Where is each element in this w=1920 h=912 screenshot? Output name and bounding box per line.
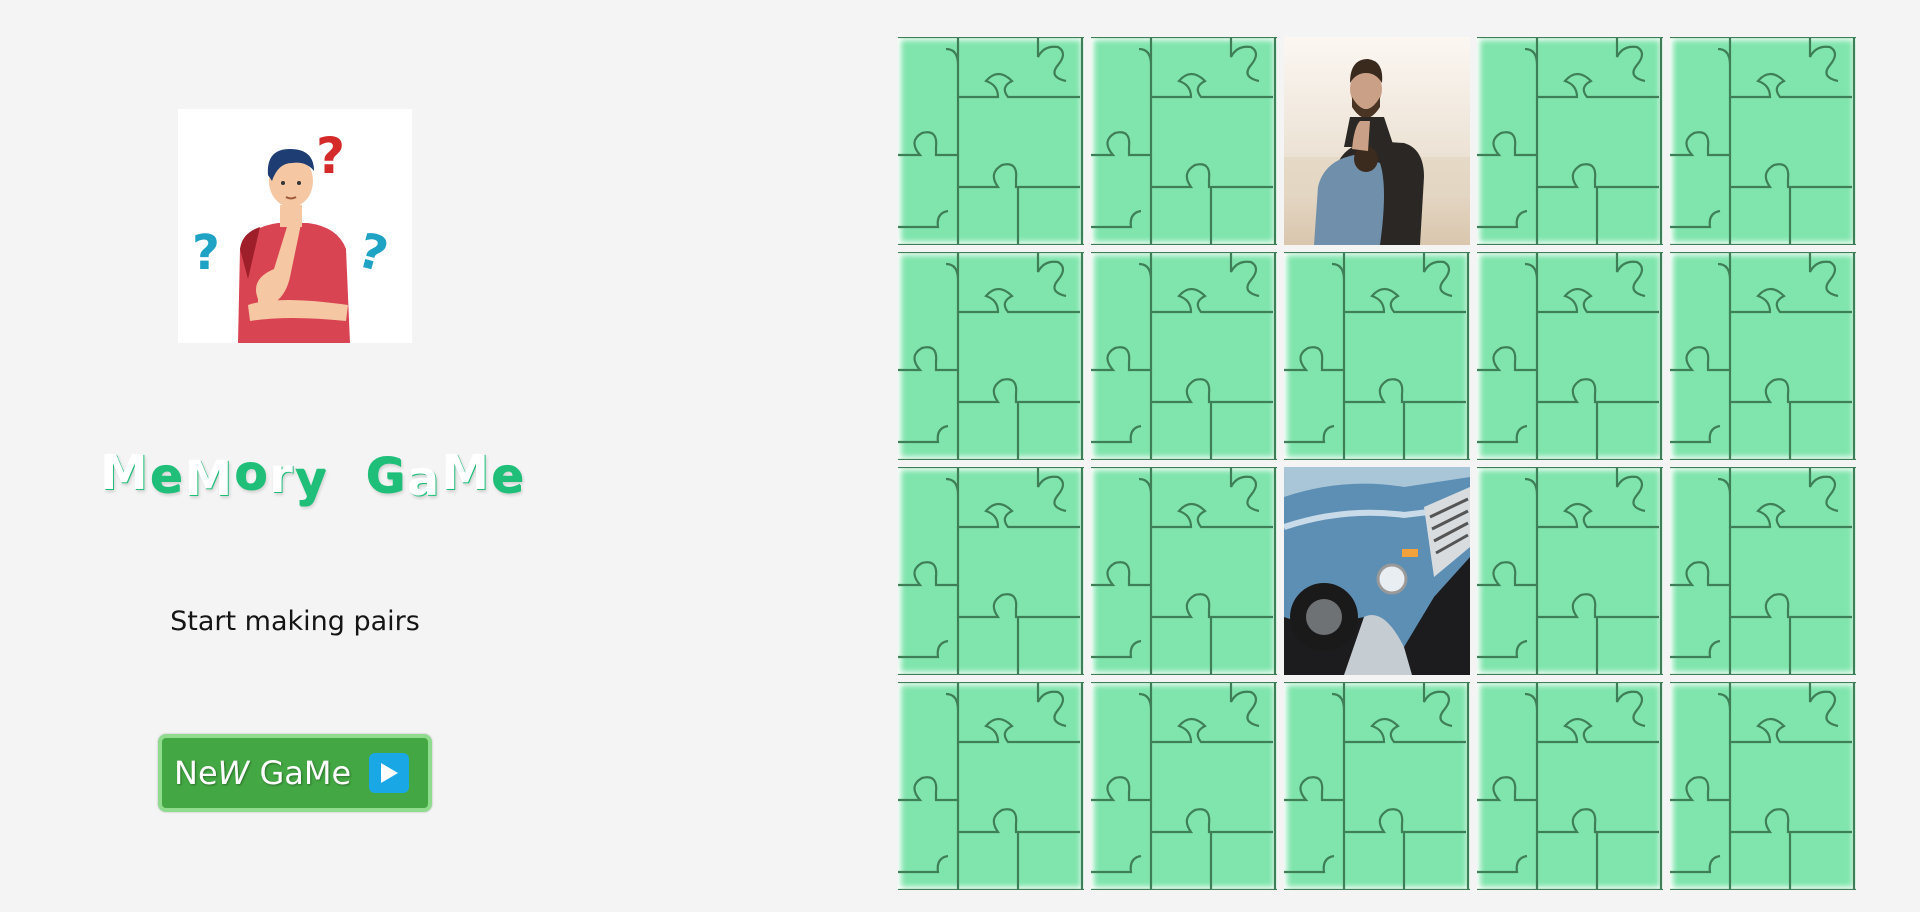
card-hidden[interactable]: [1091, 467, 1277, 675]
card-hidden[interactable]: [898, 467, 1084, 675]
title-letter: e: [149, 448, 185, 504]
svg-text:?: ?: [316, 127, 345, 185]
card-hidden[interactable]: [1284, 252, 1470, 460]
card-revealed-couple[interactable]: [1284, 37, 1470, 245]
card-hidden[interactable]: [1091, 37, 1277, 245]
card-hidden[interactable]: [898, 252, 1084, 460]
title-letter: o: [234, 445, 270, 501]
card-hidden[interactable]: [1477, 252, 1663, 460]
card-revealed-truck[interactable]: [1284, 467, 1470, 675]
svg-text:?: ?: [192, 225, 220, 281]
title-letter: M: [100, 445, 150, 501]
card-hidden[interactable]: [1477, 37, 1663, 245]
play-icon: [369, 753, 410, 793]
new-game-label: NeW GaMe: [174, 754, 352, 792]
title-letter: e: [491, 448, 526, 504]
card-board: [898, 37, 1856, 890]
svg-text:?: ?: [352, 222, 393, 283]
card-hidden[interactable]: [1670, 252, 1856, 460]
card-hidden[interactable]: [1477, 682, 1663, 890]
card-hidden[interactable]: [1477, 467, 1663, 675]
card-hidden[interactable]: [1091, 682, 1277, 890]
title-letter: M: [184, 451, 235, 507]
new-game-button[interactable]: NeW GaMe: [158, 734, 432, 812]
title-letter: [328, 445, 365, 501]
card-hidden[interactable]: [1091, 252, 1277, 460]
card-hidden[interactable]: [1670, 682, 1856, 890]
card-hidden[interactable]: [1670, 467, 1856, 675]
game-status-text: Start making pairs: [170, 606, 420, 637]
title-letter: y: [294, 451, 329, 507]
card-hidden[interactable]: [1670, 37, 1856, 245]
title-letter: r: [269, 448, 295, 504]
title-letter: G: [365, 448, 407, 504]
sidebar: ? ? ? MeMory GaMe Start making pairs NeW…: [0, 0, 590, 912]
thinking-man-illustration: ? ? ?: [178, 109, 412, 343]
game-title: MeMory GaMe: [100, 445, 524, 507]
title-letter: M: [441, 445, 492, 501]
card-hidden[interactable]: [898, 37, 1084, 245]
title-letter: a: [406, 451, 442, 507]
card-hidden[interactable]: [898, 682, 1084, 890]
card-hidden[interactable]: [1284, 682, 1470, 890]
